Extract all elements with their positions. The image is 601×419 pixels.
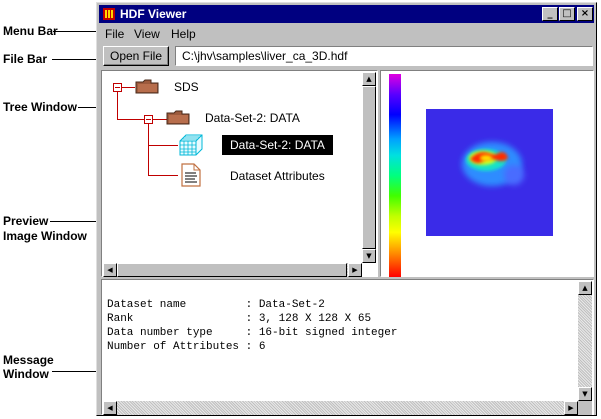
tree-connector [148,145,178,146]
callout-file-bar: File Bar [3,52,48,66]
message-scroll-up-button[interactable]: ▲ [578,281,592,295]
tree-connector [117,92,118,120]
window-title: HDF Viewer [120,7,187,21]
tree-node-group[interactable]: Data-Set-2: DATA [205,111,300,125]
message-line: Dataset name : Data-Set-2 [107,299,325,311]
message-scroll-down-button[interactable]: ▼ [578,387,592,401]
title-bar[interactable]: HDF Viewer _ □ × [99,5,594,23]
tree-horizontal-thumb[interactable] [117,263,347,277]
tree-connector [153,119,167,120]
open-file-button[interactable]: Open File [103,46,169,66]
maximize-button[interactable]: □ [559,7,575,21]
message-scroll-left-button[interactable]: ◀ [103,401,117,415]
callout-message-line1: Message [3,353,54,367]
tree-node-dataset-selected[interactable]: Data-Set-2: DATA [222,135,333,155]
collapse-sds-icon[interactable] [113,83,122,92]
message-vertical-scrollbar[interactable] [578,281,592,401]
preview-image[interactable] [426,109,553,236]
message-line: Rank : 3, 128 X 128 X 65 [107,313,372,325]
file-bar-leader [52,59,99,60]
tree-scroll-up-button[interactable]: ▲ [362,72,376,86]
tree-connector [148,124,149,176]
tree-scroll-down-button[interactable]: ▼ [362,249,376,263]
preview-image-window [380,70,594,277]
menu-file[interactable]: File [105,27,124,41]
scroll-corner [578,401,592,415]
folder-icon [135,79,159,94]
document-icon [181,163,201,187]
message-scroll-right-button[interactable]: ▶ [564,401,578,415]
collapse-group-icon[interactable] [144,115,153,124]
message-line: Data number type : 16-bit signed integer [107,327,398,339]
selected-dataset-label: Data-Set-2: DATA [230,138,325,152]
color-scale-bar [389,74,401,277]
callout-menu-bar: Menu Bar [3,24,58,38]
dataset-cube-icon [179,134,203,156]
message-text: Dataset name : Data-Set-2 Rank : 3, 128 … [107,298,397,354]
tree-connector [117,119,147,120]
file-path-field[interactable]: C:\jhv\samples\liver_ca_3D.hdf [175,46,593,66]
message-line: Number of Attributes : 6 [107,341,266,353]
tree-connector [122,87,135,88]
message-window[interactable]: Dataset name : Data-Set-2 Rank : 3, 128 … [101,279,594,415]
tree-connector [148,175,178,176]
tree-node-sds[interactable]: SDS [174,80,199,94]
hdf-viewer-window: HDF Viewer _ □ × File View Help Open Fil… [96,2,597,416]
close-button[interactable]: × [577,7,593,21]
app-icon [103,8,115,20]
folder-icon [166,110,190,125]
callout-message-line2: Window [3,367,49,381]
preview-slice-graphic [462,142,524,186]
callout-preview-line2: Image Window [3,229,87,243]
menu-bar-leader [53,31,99,32]
menu-help[interactable]: Help [171,27,196,41]
message-horizontal-scrollbar[interactable] [103,401,578,415]
tree-window[interactable]: SDS Data-Set-2: DATA Data-Set-2: DATA Da… [101,70,378,277]
tree-scroll-left-button[interactable]: ◀ [103,263,117,277]
tree-vertical-thumb[interactable] [362,86,376,249]
tree-node-attributes[interactable]: Dataset Attributes [230,169,325,183]
menu-bar: File View Help [97,25,596,43]
callout-preview-line1: Preview [3,214,49,228]
callout-tree-window: Tree Window [3,100,77,114]
menu-view[interactable]: View [134,27,160,41]
tree-scroll-right-button[interactable]: ▶ [348,263,362,277]
minimize-button[interactable]: _ [542,7,558,21]
